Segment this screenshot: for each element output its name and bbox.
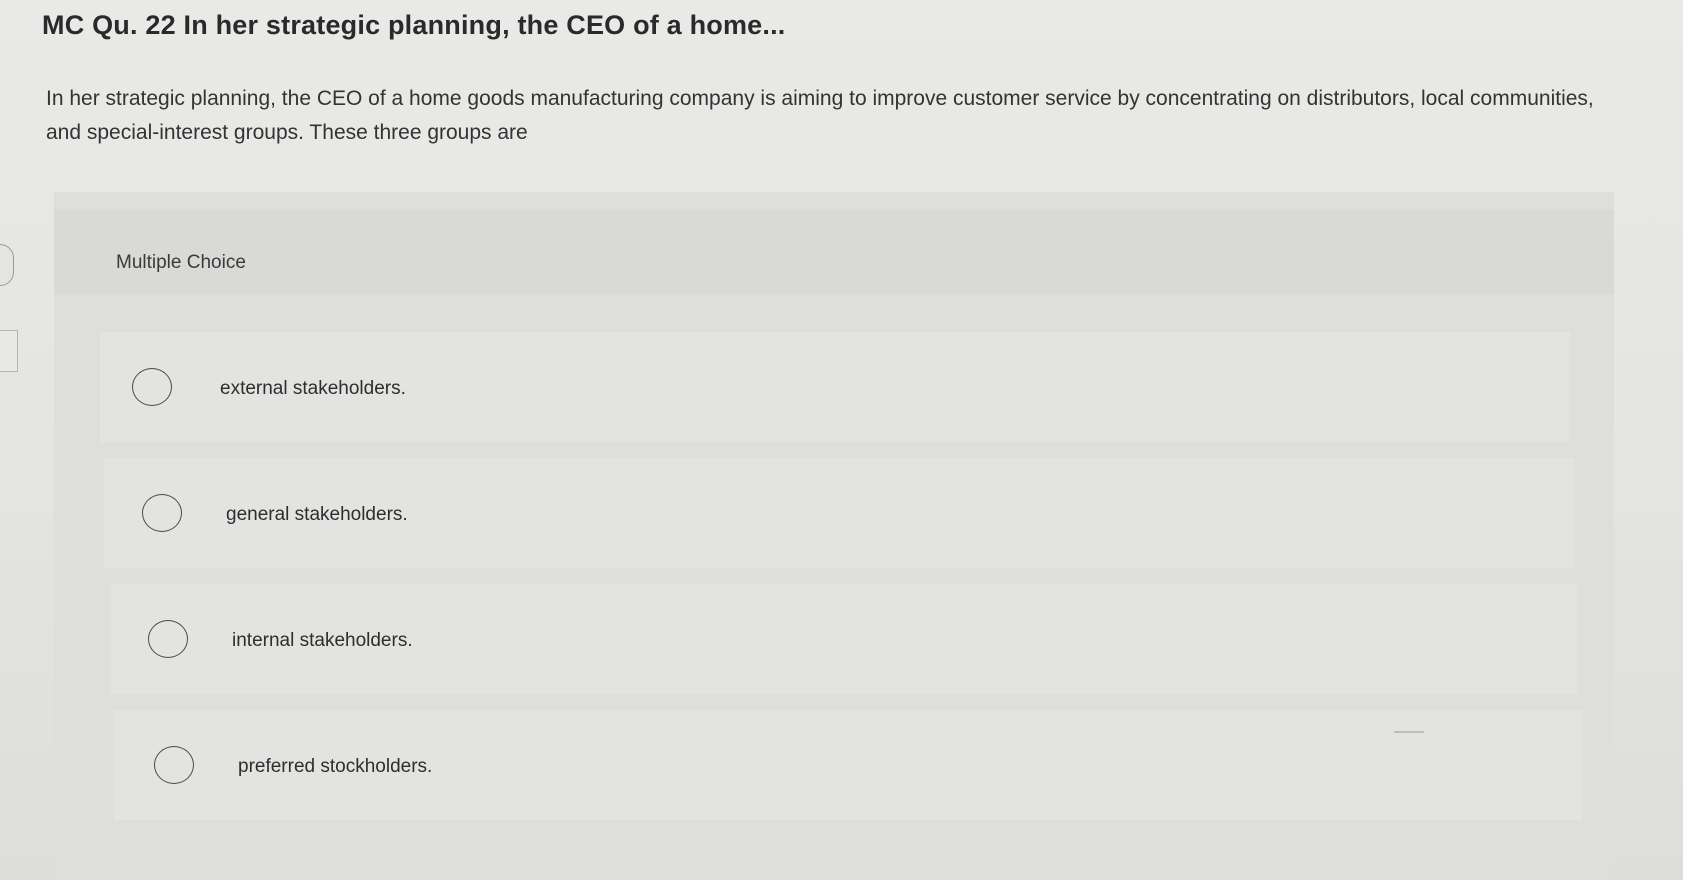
side-panel-edge[interactable] <box>0 330 18 372</box>
choice-option-4[interactable]: preferred stockholders. <box>114 710 1582 820</box>
choice-label: preferred stockholders. <box>238 756 433 777</box>
question-text: In her strategic planning, the CEO of a … <box>46 87 1594 144</box>
choice-label: general stakeholders. <box>226 504 408 525</box>
multiple-choice-label: Multiple Choice <box>116 252 246 273</box>
radio-button[interactable] <box>142 494 182 532</box>
choice-option-3[interactable]: internal stakeholders. <box>110 584 1578 694</box>
page: MC Qu. 22 In her strategic planning, the… <box>0 0 1683 880</box>
choice-label: internal stakeholders. <box>232 630 413 651</box>
side-nav-handle[interactable] <box>0 244 14 286</box>
choice-label: external stakeholders. <box>220 378 406 399</box>
choice-option-2[interactable]: general stakeholders. <box>104 458 1574 568</box>
question-title: MC Qu. 22 In her strategic planning, the… <box>42 10 786 40</box>
multiple-choice-header <box>54 210 1614 294</box>
stray-mark <box>1394 731 1424 733</box>
radio-button[interactable] <box>154 746 194 784</box>
radio-button[interactable] <box>132 368 172 406</box>
choice-option-1[interactable]: external stakeholders. <box>100 332 1570 442</box>
radio-button[interactable] <box>148 620 188 658</box>
